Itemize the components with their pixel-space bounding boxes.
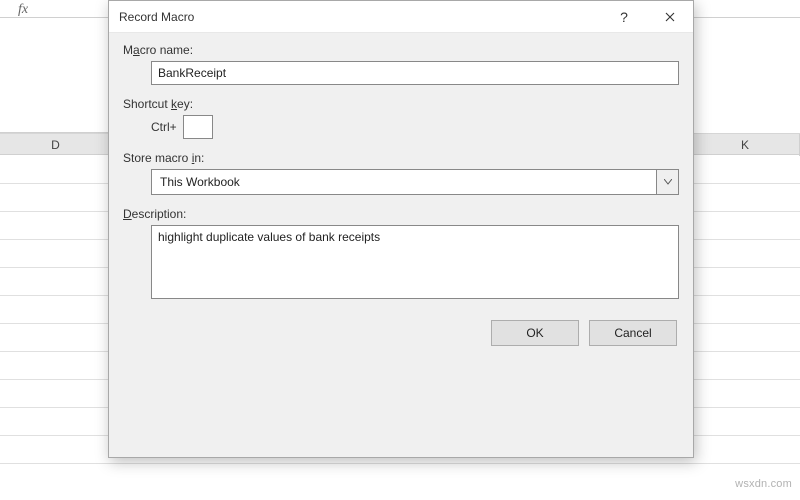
help-button[interactable]: ? [601, 2, 647, 32]
fx-label: fx [18, 2, 28, 18]
description-input[interactable] [151, 225, 679, 299]
macro-name-group: Macro name: [123, 43, 679, 85]
shortcut-key-input[interactable] [183, 115, 213, 139]
cancel-button[interactable]: Cancel [589, 320, 677, 346]
macro-name-input[interactable] [151, 61, 679, 85]
close-icon [665, 12, 675, 22]
help-icon: ? [620, 9, 628, 25]
shortcut-key-label: Shortcut key: [123, 97, 679, 111]
ctrl-prefix-label: Ctrl+ [151, 120, 177, 134]
dialog-content: Macro name: Shortcut key: Ctrl+ Store ma… [109, 33, 693, 360]
watermark-text: wsxdn.com [735, 478, 792, 490]
ribbon-panel-fragment [0, 18, 110, 133]
description-group: Description: [123, 207, 679, 302]
chevron-down-icon[interactable] [656, 170, 678, 194]
dialog-buttons: OK Cancel [123, 320, 679, 346]
dialog-title: Record Macro [119, 10, 601, 24]
description-label: Description: [123, 207, 679, 221]
record-macro-dialog: Record Macro ? Macro name: Shortcut key:… [108, 0, 694, 458]
column-header-k[interactable]: K [690, 134, 800, 156]
column-header-d[interactable]: D [0, 134, 112, 156]
close-button[interactable] [647, 2, 693, 32]
dialog-titlebar[interactable]: Record Macro ? [109, 1, 693, 33]
store-macro-label: Store macro in: [123, 151, 679, 165]
ok-button[interactable]: OK [491, 320, 579, 346]
macro-name-label: Macro name: [123, 43, 679, 57]
store-macro-selected-value: This Workbook [160, 175, 240, 189]
store-macro-group: Store macro in: This Workbook [123, 151, 679, 195]
shortcut-key-group: Shortcut key: Ctrl+ [123, 97, 679, 139]
store-macro-select[interactable]: This Workbook [151, 169, 679, 195]
